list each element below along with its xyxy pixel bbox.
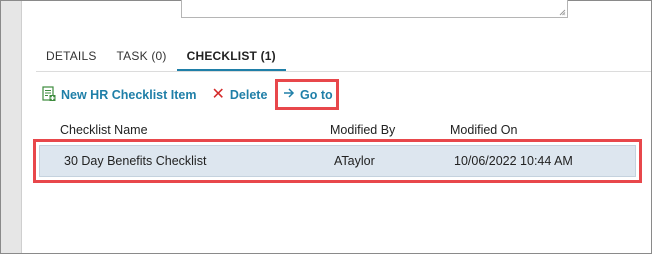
delete-button[interactable]: ✕ Delete [211, 86, 268, 103]
arrow-right-icon [283, 87, 295, 102]
tab-task[interactable]: TASK (0) [107, 43, 177, 71]
table-header: Checklist Name Modified By Modified On [36, 121, 646, 141]
cell-modified-on: 10/06/2022 10:44 AM [454, 154, 573, 168]
tab-details[interactable]: DETAILS [36, 43, 107, 71]
cell-modified-by: ATaylor [334, 154, 375, 168]
tabs-divider [36, 71, 651, 72]
row-highlight-box: 30 Day Benefits Checklist ATaylor 10/06/… [33, 139, 642, 183]
goto-label: Go to [300, 87, 333, 102]
goto-highlight-box: Go to [275, 79, 339, 110]
left-rail-divider [21, 1, 22, 253]
tab-checklist[interactable]: CHECKLIST (1) [176, 43, 286, 71]
record-tabs: DETAILS TASK (0) CHECKLIST (1) [36, 43, 286, 71]
column-header-checklist-name[interactable]: Checklist Name [60, 123, 148, 137]
checklist-toolbar: New HR Checklist Item ✕ Delete Go to [42, 79, 339, 110]
delete-x-icon: ✕ [211, 86, 225, 103]
goto-button[interactable]: Go to [283, 87, 333, 102]
notes-textarea[interactable] [181, 0, 568, 18]
table-row[interactable]: 30 Day Benefits Checklist ATaylor 10/06/… [39, 145, 636, 177]
column-header-modified-by[interactable]: Modified By [330, 123, 395, 137]
new-hr-checklist-item-button[interactable]: New HR Checklist Item [42, 86, 196, 104]
new-checklist-icon [42, 86, 56, 104]
cell-checklist-name: 30 Day Benefits Checklist [64, 154, 207, 168]
left-rail [1, 1, 21, 253]
column-header-modified-on[interactable]: Modified On [450, 123, 517, 137]
new-hr-checklist-item-label: New HR Checklist Item [61, 88, 197, 102]
resize-grip-icon[interactable] [559, 9, 566, 16]
delete-label: Delete [229, 88, 268, 102]
